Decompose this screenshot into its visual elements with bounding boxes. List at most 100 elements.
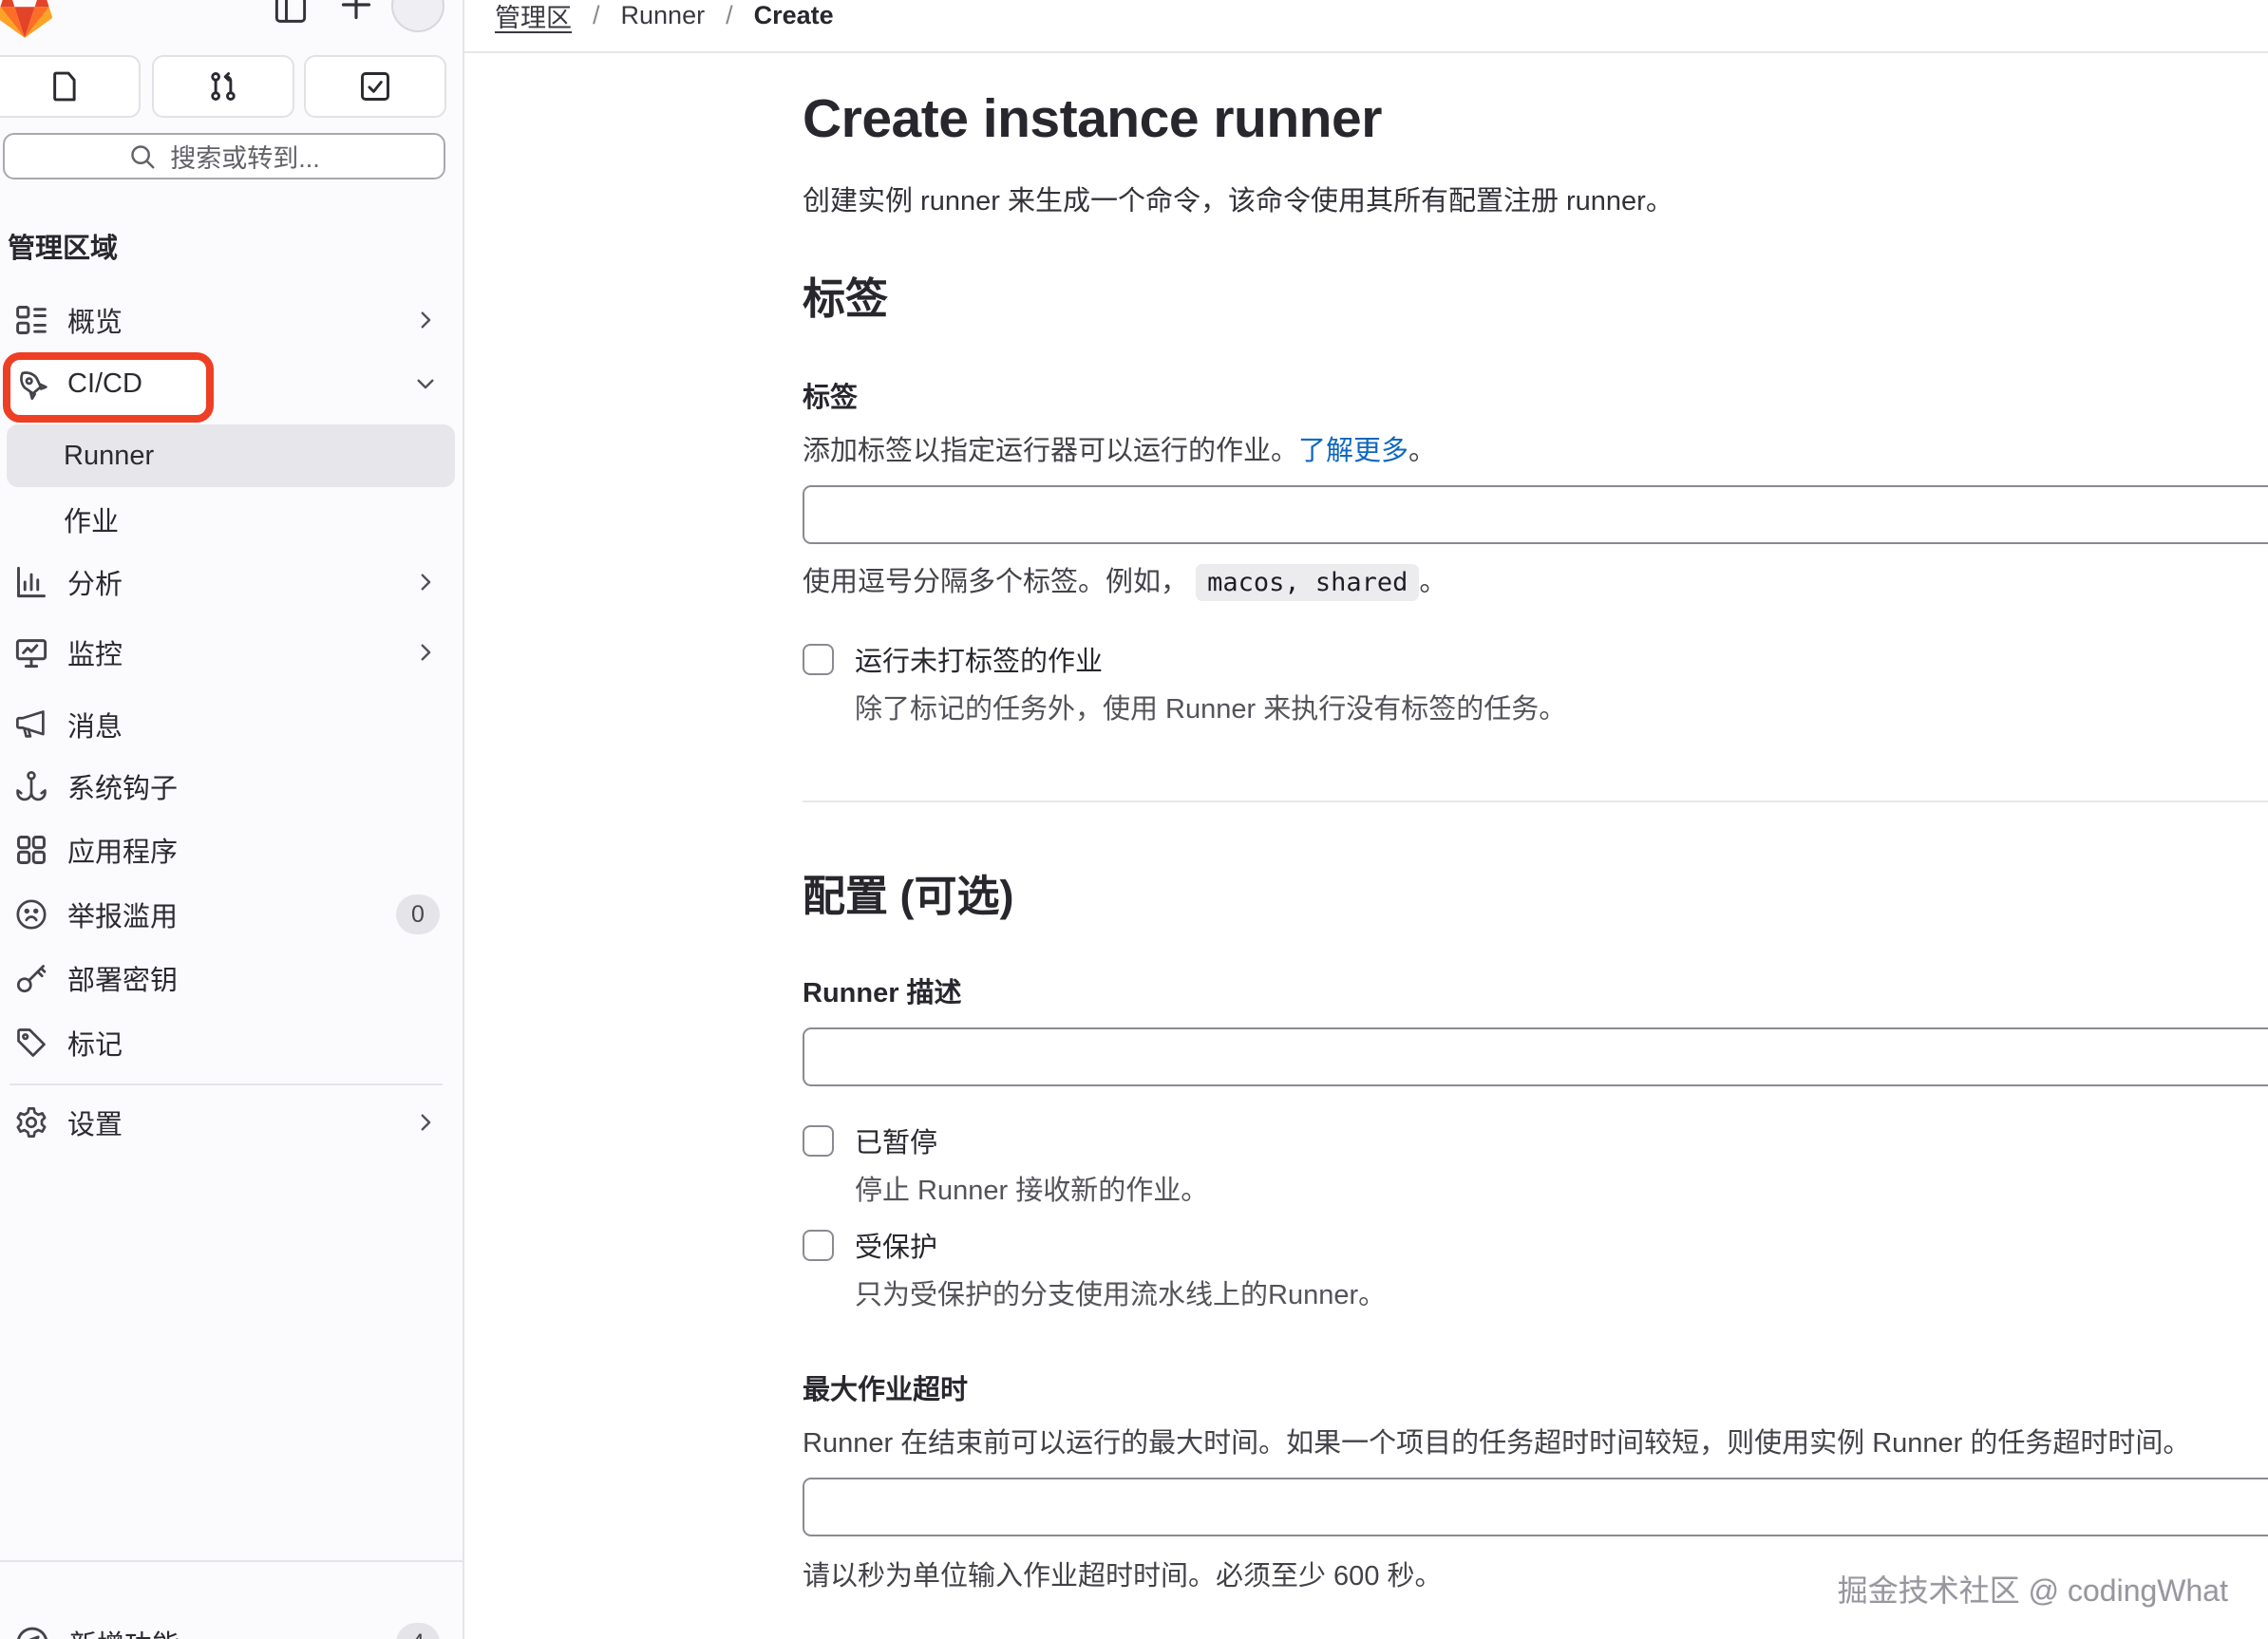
sidebar-item-label: 标记 bbox=[67, 1023, 123, 1063]
admin-create-runner-page: 搜索或转到... 管理区域 概览 CI/CD Runner 作业 分析 bbox=[0, 0, 2268, 1639]
tags-section-heading: 标签 bbox=[803, 264, 2268, 326]
monitor-icon bbox=[14, 635, 48, 669]
sidebar-item-label: 分析 bbox=[67, 562, 123, 602]
sidebar: 搜索或转到... 管理区域 概览 CI/CD Runner 作业 分析 bbox=[0, 0, 464, 1639]
task-done-icon bbox=[358, 69, 392, 104]
tag-icon bbox=[14, 1026, 48, 1060]
plus-icon[interactable] bbox=[339, 0, 373, 22]
tags-field-description: 添加标签以指定运行器可以运行的作业。了解更多。 bbox=[803, 428, 2268, 468]
sidebar-item-monitoring[interactable]: 监控 bbox=[7, 621, 455, 684]
chevron-down-icon bbox=[413, 371, 438, 396]
sidebar-item-label: CI/CD bbox=[67, 368, 142, 400]
sidebar-item-overview[interactable]: 概览 bbox=[7, 289, 455, 351]
whats-new-item[interactable]: 新增功能 4 bbox=[7, 1611, 455, 1639]
chevron-right-icon bbox=[413, 1110, 438, 1135]
untagged-jobs-help: 除了标记的任务外，使用 Runner 来执行没有标签的任务。 bbox=[855, 687, 2268, 726]
abuse-reports-count-badge: 0 bbox=[396, 895, 440, 934]
tags-example-code: macos, shared bbox=[1196, 564, 1419, 601]
page-title: Create instance runner bbox=[803, 87, 2268, 150]
sidebar-divider bbox=[9, 1083, 443, 1085]
protected-row: 受保护 bbox=[803, 1225, 2268, 1265]
rocket-icon bbox=[14, 367, 48, 401]
megaphone-icon bbox=[14, 707, 48, 742]
timeout-label: 最大作业超时 bbox=[803, 1367, 2268, 1407]
main-area: 管理区 / Runner / Create Create instance ru… bbox=[464, 0, 2268, 1639]
sidebar-item-label: 概览 bbox=[67, 300, 123, 340]
sidebar-item-system-hooks[interactable]: 系统钩子 bbox=[7, 755, 455, 818]
avatar[interactable] bbox=[391, 0, 444, 32]
chevron-right-icon bbox=[413, 570, 438, 594]
sidebar-item-runner[interactable]: Runner bbox=[7, 424, 455, 487]
untagged-jobs-checkbox[interactable] bbox=[803, 644, 834, 675]
breadcrumb-runner[interactable]: Runner bbox=[621, 1, 706, 30]
gitlab-logo-icon bbox=[0, 0, 53, 40]
paused-checkbox[interactable] bbox=[803, 1125, 834, 1157]
tags-help: 使用逗号分隔多个标签。例如， macos, shared。 bbox=[803, 559, 2268, 599]
sidebar-footer: 新增功能 4 bbox=[0, 1560, 463, 1639]
breadcrumb: 管理区 / Runner / Create bbox=[495, 0, 834, 38]
chevron-right-icon bbox=[413, 308, 438, 332]
compass-icon bbox=[14, 1625, 50, 1639]
sidebar-item-label: 消息 bbox=[67, 705, 123, 744]
issue-icon bbox=[47, 69, 82, 104]
sidebar-item-label: 作业 bbox=[64, 499, 119, 539]
section-divider bbox=[803, 801, 2268, 802]
breadcrumb-create: Create bbox=[754, 1, 834, 30]
runner-description-label: Runner 描述 bbox=[803, 970, 2268, 1010]
create-runner-form: Create instance runner 创建实例 runner 来生成一个… bbox=[803, 87, 2268, 1639]
watermark: 掘金技术社区 @ codingWhat bbox=[1838, 1567, 2228, 1611]
sidebar-item-label: 举报滥用 bbox=[67, 895, 178, 934]
tags-help-prefix: 使用逗号分隔多个标签。例如， bbox=[803, 567, 1188, 597]
protected-help: 只为受保护的分支使用流水线上的Runner。 bbox=[855, 1272, 2268, 1312]
search-input[interactable]: 搜索或转到... bbox=[3, 133, 445, 179]
tags-description-text: 添加标签以指定运行器可以运行的作业。 bbox=[803, 436, 1298, 466]
sidebar-section-title: 管理区域 bbox=[8, 226, 118, 266]
sidebar-item-label: Runner bbox=[64, 441, 154, 472]
sidebar-item-label: 设置 bbox=[67, 1102, 123, 1142]
page-description: 创建实例 runner 来生成一个命令，该命令使用其所有配置注册 runner。 bbox=[803, 179, 2268, 218]
protected-checkbox[interactable] bbox=[803, 1230, 834, 1261]
breadcrumb-separator: / bbox=[593, 1, 600, 30]
top-bar: 管理区 / Runner / Create bbox=[464, 0, 2268, 53]
sidebar-item-jobs[interactable]: 作业 bbox=[7, 488, 455, 551]
chart-icon bbox=[14, 565, 48, 599]
sidebar-item-label: 系统钩子 bbox=[67, 766, 178, 806]
sidebar-item-analytics[interactable]: 分析 bbox=[7, 551, 455, 613]
search-icon bbox=[128, 142, 157, 171]
abuse-icon bbox=[14, 897, 48, 932]
learn-more-link[interactable]: 了解更多 bbox=[1298, 436, 1408, 466]
sidebar-item-labels[interactable]: 标记 bbox=[7, 1011, 455, 1074]
issues-shortcut-button[interactable] bbox=[0, 55, 141, 118]
config-section-heading: 配置 (可选) bbox=[803, 861, 2268, 923]
tags-field-label: 标签 bbox=[803, 375, 2268, 415]
sidebar-item-settings[interactable]: 设置 bbox=[7, 1091, 455, 1154]
chevron-right-icon bbox=[413, 640, 438, 665]
content: Create instance runner 创建实例 runner 来生成一个… bbox=[464, 53, 2268, 1639]
whats-new-count-badge: 4 bbox=[396, 1623, 440, 1639]
sidebar-item-messages[interactable]: 消息 bbox=[7, 693, 455, 756]
sidebar-item-cicd[interactable]: CI/CD bbox=[7, 352, 455, 415]
key-icon bbox=[14, 961, 48, 995]
untagged-jobs-label: 运行未打标签的作业 bbox=[855, 639, 1103, 679]
hook-icon bbox=[14, 769, 48, 803]
whats-new-label: 新增功能 bbox=[69, 1623, 180, 1639]
sidebar-item-label: 部署密钥 bbox=[67, 958, 178, 998]
todos-shortcut-button[interactable] bbox=[304, 55, 446, 118]
sidebar-item-applications[interactable]: 应用程序 bbox=[7, 819, 455, 881]
merge-requests-shortcut-button[interactable] bbox=[152, 55, 294, 118]
tags-input[interactable] bbox=[803, 485, 2268, 544]
untagged-jobs-row: 运行未打标签的作业 bbox=[803, 639, 2268, 679]
sidebar-item-label: 应用程序 bbox=[67, 830, 178, 870]
max-timeout-input[interactable] bbox=[803, 1478, 2268, 1536]
merge-request-icon bbox=[206, 69, 240, 104]
tags-help-suffix: 。 bbox=[1419, 567, 1446, 597]
sidebar-item-abuse-reports[interactable]: 举报滥用 0 bbox=[7, 883, 455, 946]
sidebar-item-label: 监控 bbox=[67, 632, 123, 672]
runner-description-input[interactable] bbox=[803, 1027, 2268, 1086]
sidebar-toggle-icon[interactable] bbox=[274, 0, 308, 27]
sidebar-item-deploy-keys[interactable]: 部署密钥 bbox=[7, 947, 455, 1009]
apps-icon bbox=[14, 833, 48, 867]
protected-label: 受保护 bbox=[855, 1225, 937, 1265]
breadcrumb-admin-area[interactable]: 管理区 bbox=[495, 0, 572, 34]
period-text: 。 bbox=[1408, 436, 1436, 466]
